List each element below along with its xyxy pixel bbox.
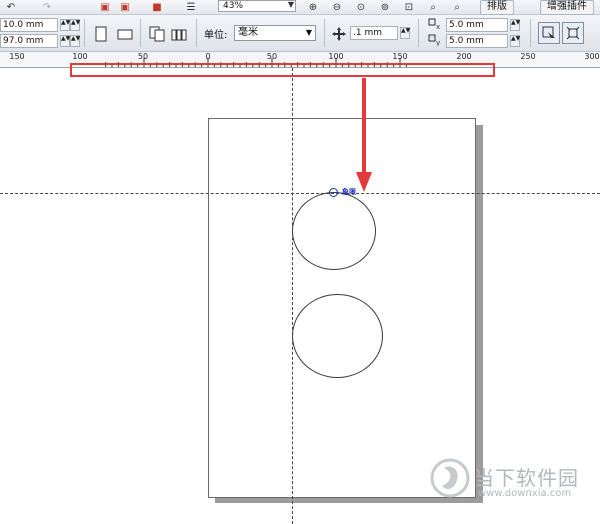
separator (196, 19, 197, 47)
units-select[interactable]: 毫米 ▼ (234, 25, 316, 41)
circle-shape-bottom[interactable] (292, 294, 383, 378)
zoom-selected-icon[interactable]: ⊙ (354, 1, 368, 13)
zoom-in-icon[interactable]: ⊕ (306, 1, 320, 13)
zoom-level-value: 43% (223, 1, 244, 11)
ruler-label: 50 (266, 52, 278, 61)
export-icon[interactable]: ▣ (118, 1, 132, 13)
circle-shape-top[interactable] (292, 192, 376, 270)
object-height-field[interactable]: 97.0 mm (0, 34, 58, 48)
separator (324, 19, 325, 47)
ruler-label: 100 (328, 52, 344, 61)
separator (418, 19, 419, 47)
units-select-value: 毫米 (238, 27, 258, 38)
import-icon[interactable]: ▣ (98, 1, 112, 13)
snap-point-marker (329, 188, 338, 197)
watermark-name: 当下软件园 (474, 466, 579, 490)
snap-point-label: 象限 (342, 188, 356, 196)
ruler-label: 50 (137, 52, 149, 61)
svg-text:x: x (436, 23, 440, 30)
duplicate-x-spinner[interactable]: ▲▼ (510, 19, 520, 31)
ruler-label: 300 (584, 52, 600, 61)
units-label: 单位: (204, 30, 228, 41)
ruler-highlight-box (70, 63, 495, 77)
ruler-label: 150 (392, 52, 408, 61)
ruler-label: 150 (9, 52, 25, 61)
zoom-level-select[interactable]: 43% ▼ (218, 0, 296, 12)
standard-toolbar: ↶ ↷ ▣ ▣ ■ ☰ 43% ▼ ⊕ ⊖ ⊙ ⊚ ⊡ ⌕ ⌕ 排版 增强插件 (0, 0, 600, 15)
chevron-down-icon: ▼ (287, 0, 294, 9)
separator (140, 19, 141, 47)
enhance-plugin-button[interactable]: 增强插件 (540, 0, 594, 15)
watermark-logo-icon (430, 458, 470, 498)
width-spinner[interactable]: ▲▼ (60, 19, 70, 31)
vertical-guideline[interactable] (292, 68, 293, 524)
snap-to-objects-icon[interactable] (538, 22, 560, 44)
duplicate-x-icon: x (426, 17, 444, 31)
zoom-width-icon[interactable]: ⌕ (426, 1, 440, 13)
chevron-down-icon: ▼ (305, 28, 312, 37)
height-spinner[interactable]: ▲▼ (60, 35, 70, 47)
zoom-out-icon[interactable]: ⊖ (330, 1, 344, 13)
duplicate-y-spinner[interactable]: ▲▼ (510, 35, 520, 47)
zoom-all-icon[interactable]: ⊚ (378, 1, 392, 13)
zoom-page-icon[interactable]: ⊡ (402, 1, 416, 13)
width-unit-spinner[interactable]: ▲▼ (70, 19, 80, 31)
zoom-height-icon[interactable]: ⌕ (450, 1, 464, 13)
all-pages-icon[interactable] (148, 25, 166, 43)
dynamic-guides-icon[interactable] (562, 22, 584, 44)
property-bar: 10.0 mm ▲▼ ▲▼ 97.0 mm ▲▼ ▲▼ 单位: 毫米 ▼ .1 … (0, 15, 600, 52)
ruler-label: 100 (72, 52, 88, 61)
duplicate-distance-y-field[interactable]: 5.0 mm (446, 34, 508, 48)
separator (84, 19, 85, 47)
object-width-field[interactable]: 10.0 mm (0, 18, 58, 32)
publish-icon[interactable]: ■ (150, 1, 164, 13)
landscape-page-icon[interactable] (116, 25, 134, 43)
current-page-icon[interactable] (170, 25, 188, 43)
height-unit-spinner[interactable]: ▲▼ (70, 35, 80, 47)
arrange-button[interactable]: 排版 (480, 0, 514, 15)
duplicate-y-icon: y (426, 33, 444, 47)
separator (530, 19, 531, 47)
svg-text:y: y (436, 39, 440, 46)
portrait-page-icon[interactable] (92, 25, 110, 43)
ruler-label: 200 (456, 52, 472, 61)
options-icon[interactable]: ☰ (184, 1, 198, 13)
nudge-spinner[interactable]: ▲▼ (400, 27, 410, 39)
nudge-icon (330, 25, 348, 43)
horizontal-guideline[interactable] (0, 193, 600, 194)
duplicate-distance-x-field[interactable]: 5.0 mm (446, 18, 508, 32)
watermark-url: www.downxia.com (478, 488, 572, 499)
undo-icon[interactable]: ↶ (4, 1, 18, 13)
ruler-label: 0 (205, 52, 211, 61)
nudge-distance-field[interactable]: .1 mm (350, 26, 398, 40)
redo-icon[interactable]: ↷ (40, 1, 54, 13)
ruler-label: 250 (520, 52, 536, 61)
